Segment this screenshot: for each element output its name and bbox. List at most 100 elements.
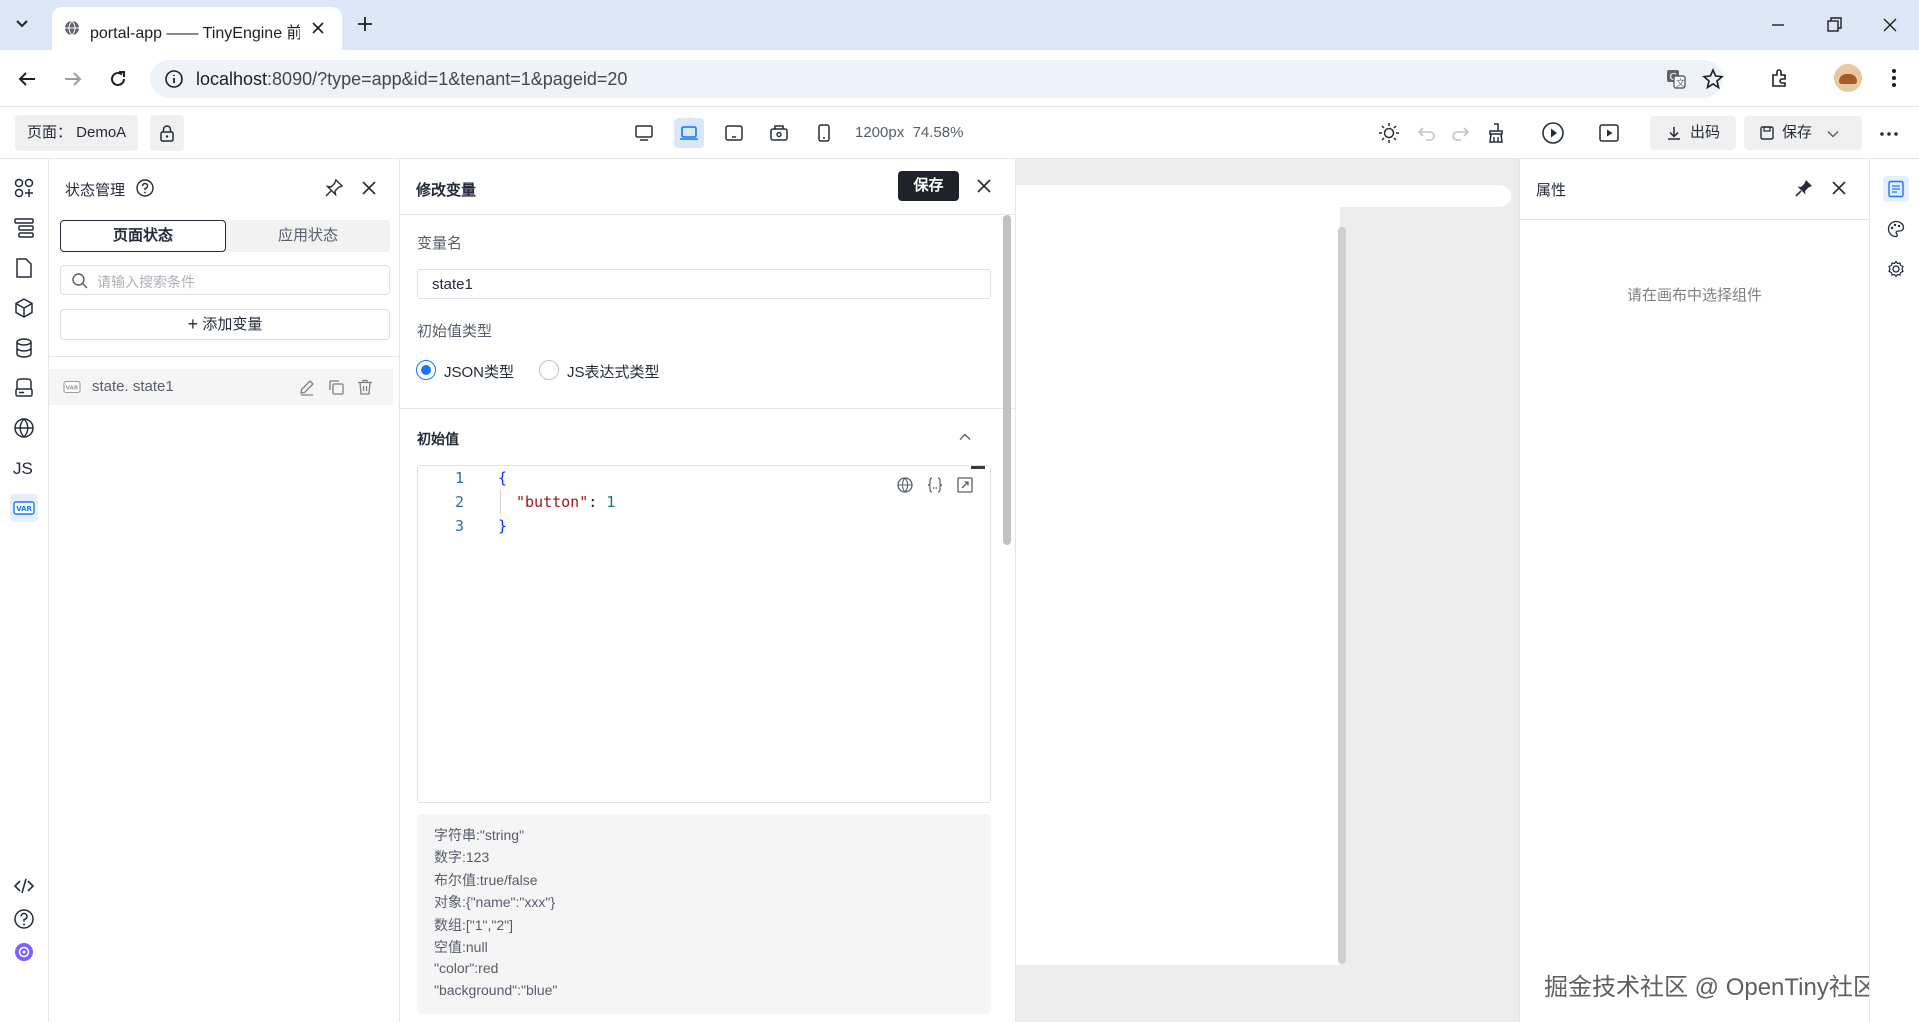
reload-icon[interactable] xyxy=(107,68,129,90)
robot-assistant-button[interactable] xyxy=(10,938,38,966)
divider xyxy=(49,356,400,357)
variable-icon: VAR xyxy=(13,501,35,515)
undo-icon[interactable] xyxy=(1416,122,1438,144)
chevron-up-icon[interactable] xyxy=(956,428,974,446)
canvas-page-frame[interactable] xyxy=(1016,205,1340,965)
window-close-icon[interactable] xyxy=(1880,15,1900,35)
back-arrow-icon[interactable] xyxy=(16,68,38,90)
forward-arrow-icon[interactable] xyxy=(62,68,84,90)
restore-icon[interactable] xyxy=(1824,15,1844,35)
tablet-portrait-view-button[interactable] xyxy=(764,118,794,148)
datasource-button[interactable] xyxy=(10,334,38,362)
script-button[interactable]: JS xyxy=(10,454,38,482)
close-icon[interactable] xyxy=(310,20,326,36)
translate-icon[interactable]: G文 xyxy=(1665,68,1687,90)
variable-icon: VAR xyxy=(63,380,81,394)
pin-filled-icon[interactable] xyxy=(1794,178,1814,198)
schema-code-button[interactable] xyxy=(10,872,38,900)
close-icon[interactable] xyxy=(359,178,379,198)
profile-avatar[interactable] xyxy=(1834,64,1862,92)
cube-icon xyxy=(15,298,33,318)
export-code-button[interactable]: 出码 xyxy=(1650,116,1736,150)
variable-name-field[interactable]: state1 xyxy=(417,269,991,299)
redo-icon[interactable] xyxy=(1449,122,1471,144)
state-management-panel: 状态管理 页面状态 应用状态 请输入搜索条件 + 添加变量 VAR state.… xyxy=(49,159,400,1022)
tab-search-button[interactable] xyxy=(10,11,34,35)
bridge-button[interactable] xyxy=(10,374,38,402)
blocks-button[interactable] xyxy=(10,294,38,322)
tablet-icon xyxy=(725,125,743,141)
save-dropdown-button[interactable]: 保存 xyxy=(1744,116,1862,150)
extensions-icon[interactable] xyxy=(1769,67,1791,89)
new-tab-icon[interactable] xyxy=(355,14,375,34)
list-item[interactable]: VAR state. state1 xyxy=(49,369,393,405)
panel-scrollbar[interactable] xyxy=(1003,215,1011,545)
pages-button[interactable] xyxy=(10,254,38,282)
settings-gear-icon xyxy=(1888,260,1904,278)
format-braces-icon[interactable] xyxy=(926,476,944,494)
tablet-landscape-view-button[interactable] xyxy=(719,118,749,148)
help-button[interactable] xyxy=(10,905,38,933)
indent-guide xyxy=(500,490,501,514)
code-editor[interactable]: 1 2 3 { "button": 1 } xyxy=(417,465,991,803)
copy-icon[interactable] xyxy=(327,378,345,396)
site-info-icon[interactable] xyxy=(164,69,184,89)
right-activity-bar xyxy=(1869,159,1919,1022)
advanced-tab-button[interactable] xyxy=(1883,256,1909,282)
pin-icon[interactable] xyxy=(324,178,344,198)
theme-sun-icon[interactable] xyxy=(1378,122,1400,144)
minimize-icon[interactable] xyxy=(1768,15,1788,35)
laptop-view-button[interactable] xyxy=(674,118,704,148)
url-field[interactable]: localhost:8090/?type=app&id=1&tenant=1&p… xyxy=(150,60,1724,98)
tab-page-state[interactable]: 页面状态 xyxy=(60,220,226,252)
bookmark-star-icon[interactable] xyxy=(1702,68,1724,90)
components-button[interactable] xyxy=(10,174,38,202)
hint-line: 空值:null xyxy=(434,939,488,955)
outline-tree-button[interactable] xyxy=(10,214,38,242)
help-icon[interactable] xyxy=(135,178,155,198)
js-icon: JS xyxy=(13,459,33,478)
add-variable-label: 添加变量 xyxy=(202,316,263,333)
canvas-scrollbar[interactable] xyxy=(1338,227,1346,964)
clear-canvas-icon[interactable] xyxy=(1485,122,1507,144)
i18n-button[interactable] xyxy=(10,414,38,442)
state-management-button[interactable]: VAR xyxy=(10,494,38,522)
styles-tab-button[interactable] xyxy=(1883,216,1909,242)
preview-window-icon[interactable] xyxy=(1598,122,1620,144)
save-button[interactable]: 保存 xyxy=(898,171,959,201)
close-icon[interactable] xyxy=(1829,178,1849,198)
page-selector[interactable]: 页面： DemoA xyxy=(15,115,139,151)
save-disk-icon xyxy=(1760,126,1774,140)
browser-menu-icon[interactable] xyxy=(1883,67,1905,89)
panel-title: 属性 xyxy=(1536,182,1567,199)
search-placeholder: 请输入搜索条件 xyxy=(97,274,195,290)
delete-icon[interactable] xyxy=(356,378,374,396)
chevron-down-icon xyxy=(1827,131,1839,138)
variable-name-label: 变量名 xyxy=(417,235,463,252)
mobile-view-button[interactable] xyxy=(809,118,839,148)
close-icon[interactable] xyxy=(974,176,994,196)
desktop-view-button[interactable] xyxy=(629,118,659,148)
preview-play-icon[interactable] xyxy=(1541,121,1565,145)
edit-icon[interactable] xyxy=(298,378,316,396)
canvas-width: 1200px xyxy=(855,124,905,141)
globe-icon[interactable] xyxy=(896,476,914,494)
browser-tab[interactable]: portal-app —— TinyEngine 前端可视化设计器 xyxy=(52,7,342,50)
add-variable-button[interactable]: + 添加变量 xyxy=(60,309,390,340)
browser-tab-strip: portal-app —— TinyEngine 前端可视化设计器 xyxy=(0,0,1919,50)
lock-button[interactable] xyxy=(150,115,184,151)
tree-icon xyxy=(14,218,34,238)
variable-name-value: state1 xyxy=(432,276,473,293)
more-horizontal-icon[interactable] xyxy=(1878,123,1900,145)
state-scope-tabs: 页面状态 应用状态 xyxy=(60,220,390,252)
watermark: 掘金技术社区 @ OpenTiny社区 xyxy=(1544,974,1877,1001)
properties-tab-button[interactable] xyxy=(1883,176,1909,202)
zoom-level: 74.58% xyxy=(912,124,964,141)
design-canvas[interactable] xyxy=(1016,159,1519,1022)
fullscreen-icon[interactable] xyxy=(956,476,974,494)
tab-app-state[interactable]: 应用状态 xyxy=(226,220,390,252)
editor-toolbar: 页面： DemoA 1200px 74.58% 出码 保存 xyxy=(0,108,1919,159)
search-input[interactable]: 请输入搜索条件 xyxy=(60,265,390,295)
lock-icon xyxy=(160,125,174,142)
hint-line: "color":red xyxy=(434,960,499,976)
